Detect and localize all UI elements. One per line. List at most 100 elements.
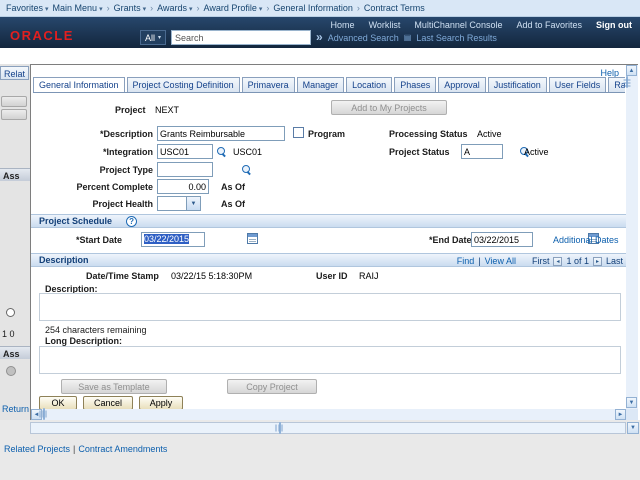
oracle-logo: ORACLE	[10, 28, 74, 43]
project-type-input[interactable]	[157, 162, 213, 177]
grid-navigation: Find | View All First ◂ 1 of 1 ▸ Last	[457, 254, 623, 268]
header-bar: ORACLE Home Worklist MultiChannel Consol…	[0, 17, 640, 48]
breadcrumb: Favorites▾ Main Menu▾ › Grants▾ › Awards…	[0, 0, 640, 17]
as-of-label: As Of	[221, 199, 245, 209]
related-projects-link[interactable]: Related Projects	[4, 444, 70, 454]
background-tab-related[interactable]: Relat	[0, 66, 29, 80]
modal-vertical-scrollbar[interactable]: ▲ ▼	[626, 65, 638, 409]
next-row-icon[interactable]: ▸	[593, 257, 602, 266]
background-button[interactable]	[1, 96, 27, 107]
add-to-favorites-link[interactable]: Add to Favorites	[516, 20, 582, 30]
advanced-search-link[interactable]: Advanced Search	[328, 33, 399, 43]
tab-location[interactable]: Location	[346, 77, 392, 92]
background-radio-button[interactable]	[6, 308, 15, 317]
tab-user-fields[interactable]: User Fields	[549, 77, 607, 92]
page-horizontal-scrollbar[interactable]	[30, 422, 626, 434]
integration-input[interactable]	[157, 144, 213, 159]
contract-amendments-link[interactable]: Contract Amendments	[78, 444, 167, 454]
tab-rates[interactable]: Rates	[608, 77, 625, 92]
project-general-information-modal: Help General Information Project Costing…	[30, 64, 638, 420]
background-button[interactable]	[1, 109, 27, 120]
as-of-label: As Of	[221, 182, 245, 192]
start-date-input[interactable]: 03/22/2015	[141, 232, 205, 247]
processing-status-label: Processing Status	[389, 129, 468, 139]
horizontal-scroll-thumb[interactable]	[43, 408, 45, 420]
background-row-count: 1 0	[2, 329, 15, 339]
tab-strip: General Information Project Costing Defi…	[33, 77, 625, 93]
tab-manager[interactable]: Manager	[297, 77, 345, 92]
pipe-separator: |	[478, 256, 480, 266]
apply-button[interactable]: Apply	[139, 396, 183, 410]
multichannel-console-link[interactable]: MultiChannel Console	[414, 20, 502, 30]
tab-general-information[interactable]: General Information	[33, 77, 125, 93]
breadcrumb-separator: ›	[357, 3, 360, 13]
description-input[interactable]	[157, 126, 285, 141]
cancel-button[interactable]: Cancel	[83, 396, 133, 410]
sign-out-link[interactable]: Sign out	[596, 20, 632, 30]
project-health-select[interactable]: ▼	[157, 196, 201, 211]
tab-justification[interactable]: Justification	[488, 77, 547, 92]
save-as-template-button[interactable]: Save as Template	[61, 379, 167, 394]
user-id-value: RAIJ	[359, 271, 379, 281]
home-link[interactable]: Home	[331, 20, 355, 30]
return-link[interactable]: Return	[2, 404, 29, 414]
project-status-input[interactable]	[461, 144, 503, 159]
scroll-down-button[interactable]: ▼	[626, 397, 637, 408]
copy-project-button[interactable]: Copy Project	[227, 379, 317, 394]
tab-phases[interactable]: Phases	[394, 77, 436, 92]
vertical-scroll-thumb[interactable]	[626, 76, 628, 88]
page-scroll-down-button[interactable]: ▼	[627, 422, 639, 434]
additional-dates-link[interactable]: Additional Dates	[553, 235, 619, 245]
project-type-lookup-icon[interactable]	[242, 165, 252, 175]
breadcrumb-item-grants[interactable]: Grants▾	[114, 3, 147, 13]
breadcrumb-item-main-menu[interactable]: Main Menu▾	[53, 3, 103, 13]
dropdown-arrow-icon: ▾	[99, 6, 103, 13]
section-help-icon[interactable]: ?	[126, 216, 137, 227]
percent-complete-input[interactable]	[157, 179, 209, 194]
description-label: *Description	[31, 129, 153, 139]
description-title: Description	[39, 255, 89, 265]
project-status-description: Active	[524, 147, 549, 157]
add-to-my-projects-button[interactable]: Add to My Projects	[331, 100, 447, 115]
breadcrumb-item-award-profile[interactable]: Award Profile▾	[203, 3, 262, 13]
end-date-input[interactable]	[471, 232, 533, 247]
breadcrumb-item-favorites[interactable]: Favorites▾	[6, 3, 49, 13]
tab-primavera[interactable]: Primavera	[242, 77, 295, 92]
breadcrumb-item-contract-terms: Contract Terms	[364, 3, 425, 13]
processing-status-value: Active	[477, 129, 502, 139]
view-all-link[interactable]: View All	[485, 256, 516, 266]
scroll-right-button[interactable]: ►	[615, 409, 626, 420]
search-go-icon[interactable]: »	[316, 30, 323, 45]
find-link[interactable]: Find	[457, 256, 475, 266]
tab-project-costing-definition[interactable]: Project Costing Definition	[127, 77, 240, 92]
page-horizontal-scroll-thumb[interactable]	[279, 422, 281, 434]
description-textarea[interactable]	[39, 293, 621, 321]
project-label: Project	[115, 105, 146, 115]
breadcrumb-item-awards[interactable]: Awards▾	[157, 3, 192, 13]
footer-links: Related Projects|Contract Amendments	[4, 444, 167, 454]
dropdown-arrow-icon[interactable]: ▼	[187, 196, 201, 211]
dropdown-arrow-icon: ▾	[189, 6, 193, 13]
breadcrumb-item-general-information[interactable]: General Information	[273, 3, 353, 13]
search-scope-dropdown[interactable]: All▾	[140, 30, 166, 45]
program-checkbox[interactable]	[293, 127, 304, 138]
integration-lookup-icon[interactable]	[217, 147, 227, 157]
integration-description: USC01	[233, 147, 262, 157]
previous-row-icon[interactable]: ◂	[553, 257, 562, 266]
project-health-value	[157, 196, 187, 211]
last-results-icon: ▤	[404, 33, 412, 42]
long-description-textarea[interactable]	[39, 346, 621, 374]
pipe-separator: |	[73, 444, 75, 454]
search-input[interactable]	[171, 30, 311, 45]
breadcrumb-separator: ›	[196, 3, 199, 13]
start-date-calendar-icon[interactable]	[247, 233, 258, 244]
project-health-label: Project Health	[31, 199, 153, 209]
start-date-label: *Start Date	[76, 235, 122, 245]
tab-approval[interactable]: Approval	[438, 77, 486, 92]
first-label: First	[532, 256, 550, 266]
worklist-link[interactable]: Worklist	[369, 20, 401, 30]
background-section-header: Ass	[0, 346, 30, 359]
scroll-up-button[interactable]: ▲	[626, 65, 637, 76]
last-search-results-link[interactable]: Last Search Results	[416, 33, 497, 43]
datetime-stamp-label: Date/Time Stamp	[86, 271, 159, 281]
